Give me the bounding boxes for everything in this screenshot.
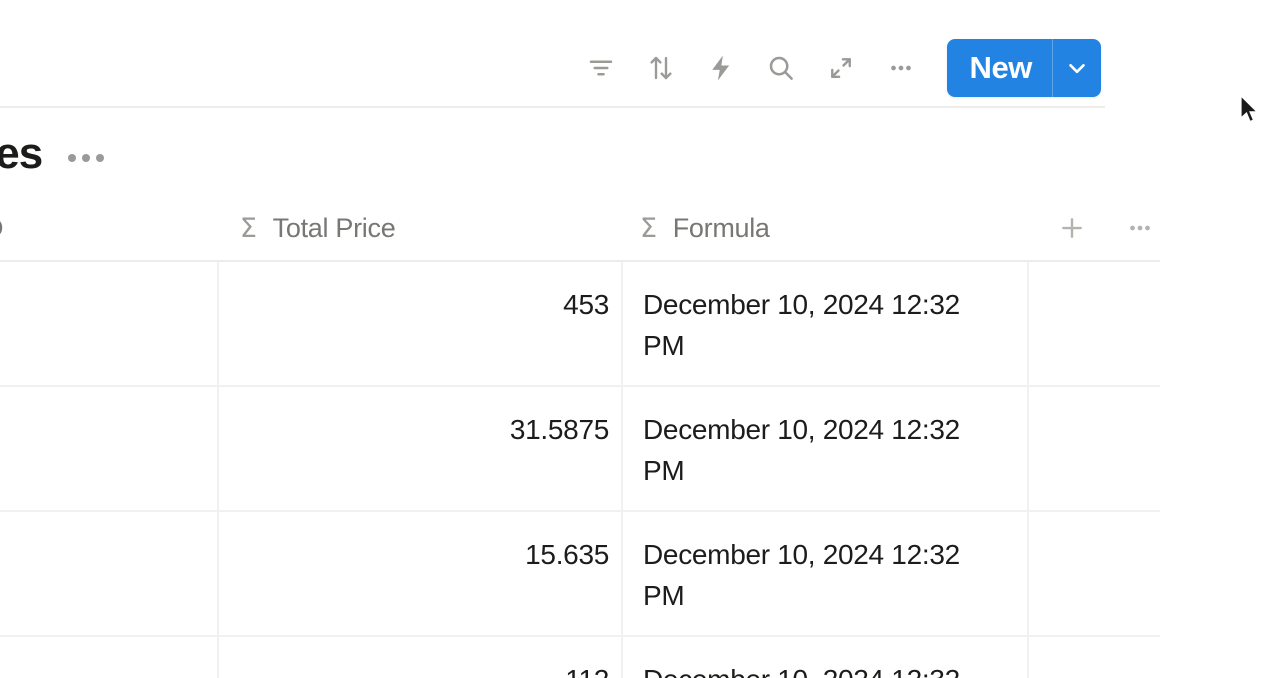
dot (82, 154, 91, 162)
page-title[interactable]: les (0, 132, 43, 176)
column-header-formula[interactable]: Σ Formula (620, 195, 1024, 261)
more-options-icon[interactable] (871, 38, 931, 98)
cell-tail (1029, 387, 1160, 510)
lightning-icon[interactable] (691, 38, 751, 98)
cell-formula[interactable]: December 10, 2024 12:32 PM (623, 511, 1029, 635)
column-options-more-icon[interactable] (1120, 208, 1160, 248)
app-root: New les D Σ Total P (0, 0, 1279, 678)
cell-id[interactable] (0, 636, 219, 678)
dot (96, 154, 105, 162)
table-body: 453 December 10, 2024 12:32 PM 31.5875 D… (0, 262, 1160, 678)
page-title-row: les (0, 132, 105, 176)
column-header-total-price-label: Total Price (272, 212, 396, 243)
sigma-icon: Σ (239, 212, 257, 244)
cell-tail (1029, 512, 1160, 635)
table-row[interactable]: 31.5875 December 10, 2024 12:32 PM (0, 386, 1160, 512)
cell-id[interactable] (0, 386, 219, 510)
page-title-more-options-icon[interactable] (68, 146, 105, 162)
cell-total-price[interactable]: 453 (219, 262, 623, 385)
cell-tail (1029, 262, 1160, 385)
new-button-group[interactable]: New (947, 39, 1101, 97)
cell-total-price[interactable]: 112 (219, 636, 623, 678)
cell-id[interactable] (0, 511, 219, 635)
cell-id[interactable] (0, 262, 219, 385)
view-toolbar: New (0, 0, 1105, 108)
cell-total-price[interactable]: 15.635 (219, 511, 623, 635)
column-header-total-price[interactable]: Σ Total Price (218, 195, 620, 261)
table-row[interactable]: 453 December 10, 2024 12:32 PM (0, 262, 1160, 387)
dot (68, 154, 77, 162)
sigma-icon: Σ (639, 212, 657, 244)
expand-icon[interactable] (811, 38, 871, 98)
cell-total-price[interactable]: 31.5875 (219, 386, 623, 510)
search-icon[interactable] (751, 38, 811, 98)
chevron-down-icon[interactable] (1053, 39, 1101, 97)
table-row[interactable]: 15.635 December 10, 2024 12:32 PM (0, 511, 1160, 637)
database-table: D Σ Total Price Σ Formula (0, 196, 1160, 678)
column-header-id-label: D (0, 213, 4, 244)
filter-icon[interactable] (571, 38, 631, 98)
sort-icon[interactable] (631, 38, 691, 98)
mouse-cursor (1240, 94, 1262, 125)
new-button[interactable]: New (947, 39, 1052, 97)
table-row[interactable]: 112 December 10, 2024 12:32 PM (0, 636, 1160, 678)
cell-formula[interactable]: December 10, 2024 12:32 PM (623, 262, 1029, 385)
cell-tail (1029, 637, 1160, 678)
toolbar-actions: New (571, 38, 1101, 98)
column-header-tools (1024, 195, 1160, 261)
cell-formula[interactable]: December 10, 2024 12:32 PM (623, 636, 1029, 678)
table-header-row: D Σ Total Price Σ Formula (0, 196, 1160, 262)
column-header-id[interactable]: D (0, 195, 218, 261)
add-column-button[interactable] (1052, 208, 1092, 248)
column-header-formula-label: Formula (672, 212, 770, 243)
cell-formula[interactable]: December 10, 2024 12:32 PM (623, 386, 1029, 510)
